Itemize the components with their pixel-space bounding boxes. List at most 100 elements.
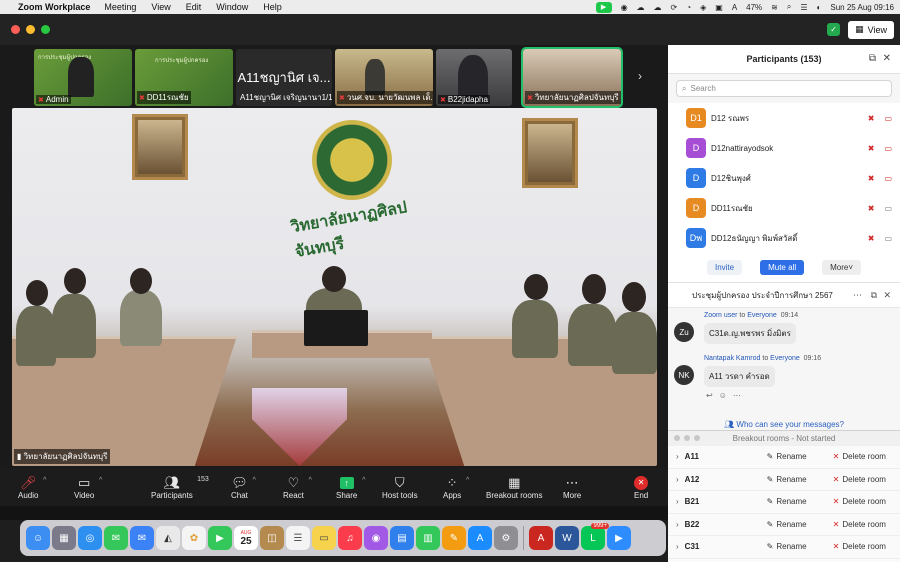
status-icon[interactable]: ◉ bbox=[621, 3, 628, 12]
pop-out-icon[interactable]: ⧉ bbox=[869, 53, 876, 64]
mic-muted-icon[interactable]: ✖ bbox=[868, 174, 875, 183]
acrobat-icon[interactable]: A bbox=[529, 526, 553, 550]
zoom-window-button[interactable] bbox=[694, 435, 700, 441]
close-window-button[interactable] bbox=[674, 435, 680, 441]
camera-off-icon[interactable]: ▭ bbox=[884, 144, 892, 153]
participant-thumbnail-active[interactable]: ✖ วิทยาลัยนาฏศิลปจันทบุรี bbox=[521, 47, 623, 108]
participants-button[interactable]: 👥︎ Participants 153 bbox=[151, 475, 209, 500]
participant-thumbnail[interactable]: การประชุมผู้ปกครอง ✖ Admin bbox=[34, 49, 132, 106]
delete-room-button[interactable]: ✕ Delete room bbox=[833, 520, 886, 529]
end-meeting-button[interactable]: ✕ End bbox=[634, 475, 648, 500]
participant-row[interactable]: D1 D12 รณพร ✖ ▭ bbox=[668, 103, 900, 133]
mic-muted-icon[interactable]: ✖ bbox=[868, 234, 875, 243]
breakout-room-row[interactable]: › B22 ✎ Rename ✕ Delete room bbox=[668, 514, 900, 536]
breakout-room-row[interactable]: › C31 ✎ Rename ✕ Delete room bbox=[668, 536, 900, 559]
rename-button[interactable]: ✎ Rename bbox=[767, 497, 827, 506]
keynote-icon[interactable]: ▤ bbox=[390, 526, 414, 550]
view-button[interactable]: ▦ View bbox=[848, 20, 894, 39]
app-store-icon[interactable]: A bbox=[468, 526, 492, 550]
emoji-icon[interactable]: ☺ bbox=[719, 391, 727, 400]
notes-icon[interactable]: ▭ bbox=[312, 526, 336, 550]
participant-thumbnail[interactable]: ✖ B22jidapha bbox=[436, 49, 512, 106]
calendar-icon[interactable]: AUG 25 bbox=[234, 526, 258, 550]
reply-icon[interactable]: ↩ bbox=[706, 391, 713, 400]
pages-icon[interactable]: ✎ bbox=[442, 526, 466, 550]
chevron-right-icon[interactable]: › bbox=[676, 452, 679, 461]
breakout-room-row[interactable]: › A11 ✎ Rename ✕ Delete room bbox=[668, 446, 900, 469]
menu-clock[interactable]: Sun 25 Aug 09:16 bbox=[830, 3, 894, 12]
participant-row[interactable]: Dพ DD12ธนัญญา พิมพ์สวัสดิ์ ✖ ▭ bbox=[668, 223, 900, 253]
chevron-up-icon[interactable]: ^ bbox=[466, 477, 469, 484]
more-button[interactable]: ⋯ More bbox=[563, 475, 581, 500]
search-icon[interactable]: ⌕ bbox=[787, 2, 791, 12]
chevron-up-icon[interactable]: ^ bbox=[309, 477, 312, 484]
more-dots-icon[interactable]: ⋯ bbox=[853, 290, 862, 301]
menu-window[interactable]: Window bbox=[216, 2, 248, 12]
host-tools-button[interactable]: ⛉ Host tools bbox=[382, 475, 418, 500]
reminders-icon[interactable]: ☰ bbox=[286, 526, 310, 550]
camera-icon[interactable]: ▭ bbox=[884, 234, 892, 243]
line-icon[interactable]: L 999+ bbox=[581, 523, 609, 550]
camera-icon[interactable]: ▭ bbox=[884, 204, 892, 213]
photos-icon[interactable]: ✿ bbox=[182, 526, 206, 550]
zoom-icon[interactable]: ▶ bbox=[607, 526, 631, 550]
breakout-room-row[interactable]: › B21 ✎ Rename ✕ Delete room bbox=[668, 491, 900, 514]
messages-icon[interactable]: ✉ bbox=[104, 526, 128, 550]
menu-view[interactable]: View bbox=[151, 2, 170, 12]
video-button[interactable]: ▭ Video ^ bbox=[74, 475, 102, 500]
next-page-chevron-icon[interactable]: › bbox=[638, 69, 642, 83]
facetime-icon[interactable]: ▶ bbox=[208, 526, 232, 550]
participant-row[interactable]: D D12nattirayodsok ✖ ▭ bbox=[668, 133, 900, 163]
control-center-icon[interactable]: ☰ bbox=[800, 3, 807, 12]
participant-row[interactable]: D DD11รณชัย ✖ ▭ bbox=[668, 193, 900, 223]
close-icon[interactable]: ✕ bbox=[883, 53, 891, 64]
rename-button[interactable]: ✎ Rename bbox=[767, 452, 827, 461]
chat-icon[interactable]: ◔ bbox=[686, 3, 691, 12]
chevron-right-icon[interactable]: › bbox=[676, 475, 679, 484]
podcasts-icon[interactable]: ◉ bbox=[364, 526, 388, 550]
zoom-status-icon[interactable]: ▶ bbox=[595, 1, 612, 13]
wifi-icon[interactable]: ≋ bbox=[771, 3, 778, 12]
pop-out-icon[interactable]: ⧉ bbox=[871, 290, 877, 301]
system-settings-icon[interactable]: ⚙ bbox=[494, 526, 518, 550]
menu-help[interactable]: Help bbox=[263, 2, 282, 12]
chevron-right-icon[interactable]: › bbox=[676, 542, 679, 551]
breakout-rooms-button[interactable]: ▦ Breakout rooms bbox=[486, 475, 542, 500]
rename-button[interactable]: ✎ Rename bbox=[767, 475, 827, 484]
cloud-icon[interactable]: ☁ bbox=[637, 3, 645, 12]
share-button[interactable]: ↑ Share ^ bbox=[336, 475, 365, 500]
app-icon[interactable]: ▣ bbox=[715, 3, 723, 12]
react-button[interactable]: ♡ React ^ bbox=[283, 475, 312, 500]
participant-search-input[interactable]: ⌕ Search bbox=[676, 80, 892, 97]
breakout-room-row[interactable]: › A12 ✎ Rename ✕ Delete room bbox=[668, 469, 900, 491]
input-source-icon[interactable]: A bbox=[732, 3, 737, 12]
rename-button[interactable]: ✎ Rename bbox=[767, 520, 827, 529]
rename-button[interactable]: ✎ Rename bbox=[767, 542, 827, 551]
camera-off-icon[interactable]: ▭ bbox=[884, 174, 892, 183]
security-shield-icon[interactable]: ✓ bbox=[827, 23, 841, 36]
chevron-right-icon[interactable]: › bbox=[676, 520, 679, 529]
participant-row[interactable]: D D12ชินพุงศ์ ✖ ▭ bbox=[668, 163, 900, 193]
launchpad-icon[interactable]: ▦ bbox=[52, 526, 76, 550]
close-icon[interactable]: ✕ bbox=[883, 290, 891, 301]
mic-muted-icon[interactable]: ✖ bbox=[868, 204, 875, 213]
chevron-up-icon[interactable]: ^ bbox=[99, 477, 102, 484]
word-icon[interactable]: W bbox=[555, 526, 579, 550]
mute-all-button[interactable]: Mute all bbox=[760, 260, 805, 275]
maps-icon[interactable]: ◭ bbox=[156, 526, 180, 550]
menu-edit[interactable]: Edit bbox=[186, 2, 202, 12]
numbers-icon[interactable]: ▥ bbox=[416, 526, 440, 550]
mic-muted-icon[interactable]: ✖ bbox=[868, 144, 875, 153]
siri-icon[interactable]: ◐ bbox=[817, 3, 822, 12]
more-dots-icon[interactable]: ⋯ bbox=[733, 391, 741, 400]
safari-icon[interactable]: ◎ bbox=[78, 526, 102, 550]
minimize-window-button[interactable] bbox=[26, 25, 35, 34]
more-options-button[interactable]: More˅ bbox=[822, 260, 862, 275]
camera-off-icon[interactable]: ▭ bbox=[884, 114, 892, 123]
delete-room-button[interactable]: ✕ Delete room bbox=[833, 475, 886, 484]
close-window-button[interactable] bbox=[11, 25, 20, 34]
finder-icon[interactable]: ☺ bbox=[26, 526, 50, 550]
minimize-window-button[interactable] bbox=[684, 435, 690, 441]
apps-button[interactable]: ⁘ Apps ^ bbox=[443, 475, 469, 500]
invite-button[interactable]: Invite bbox=[706, 260, 743, 275]
